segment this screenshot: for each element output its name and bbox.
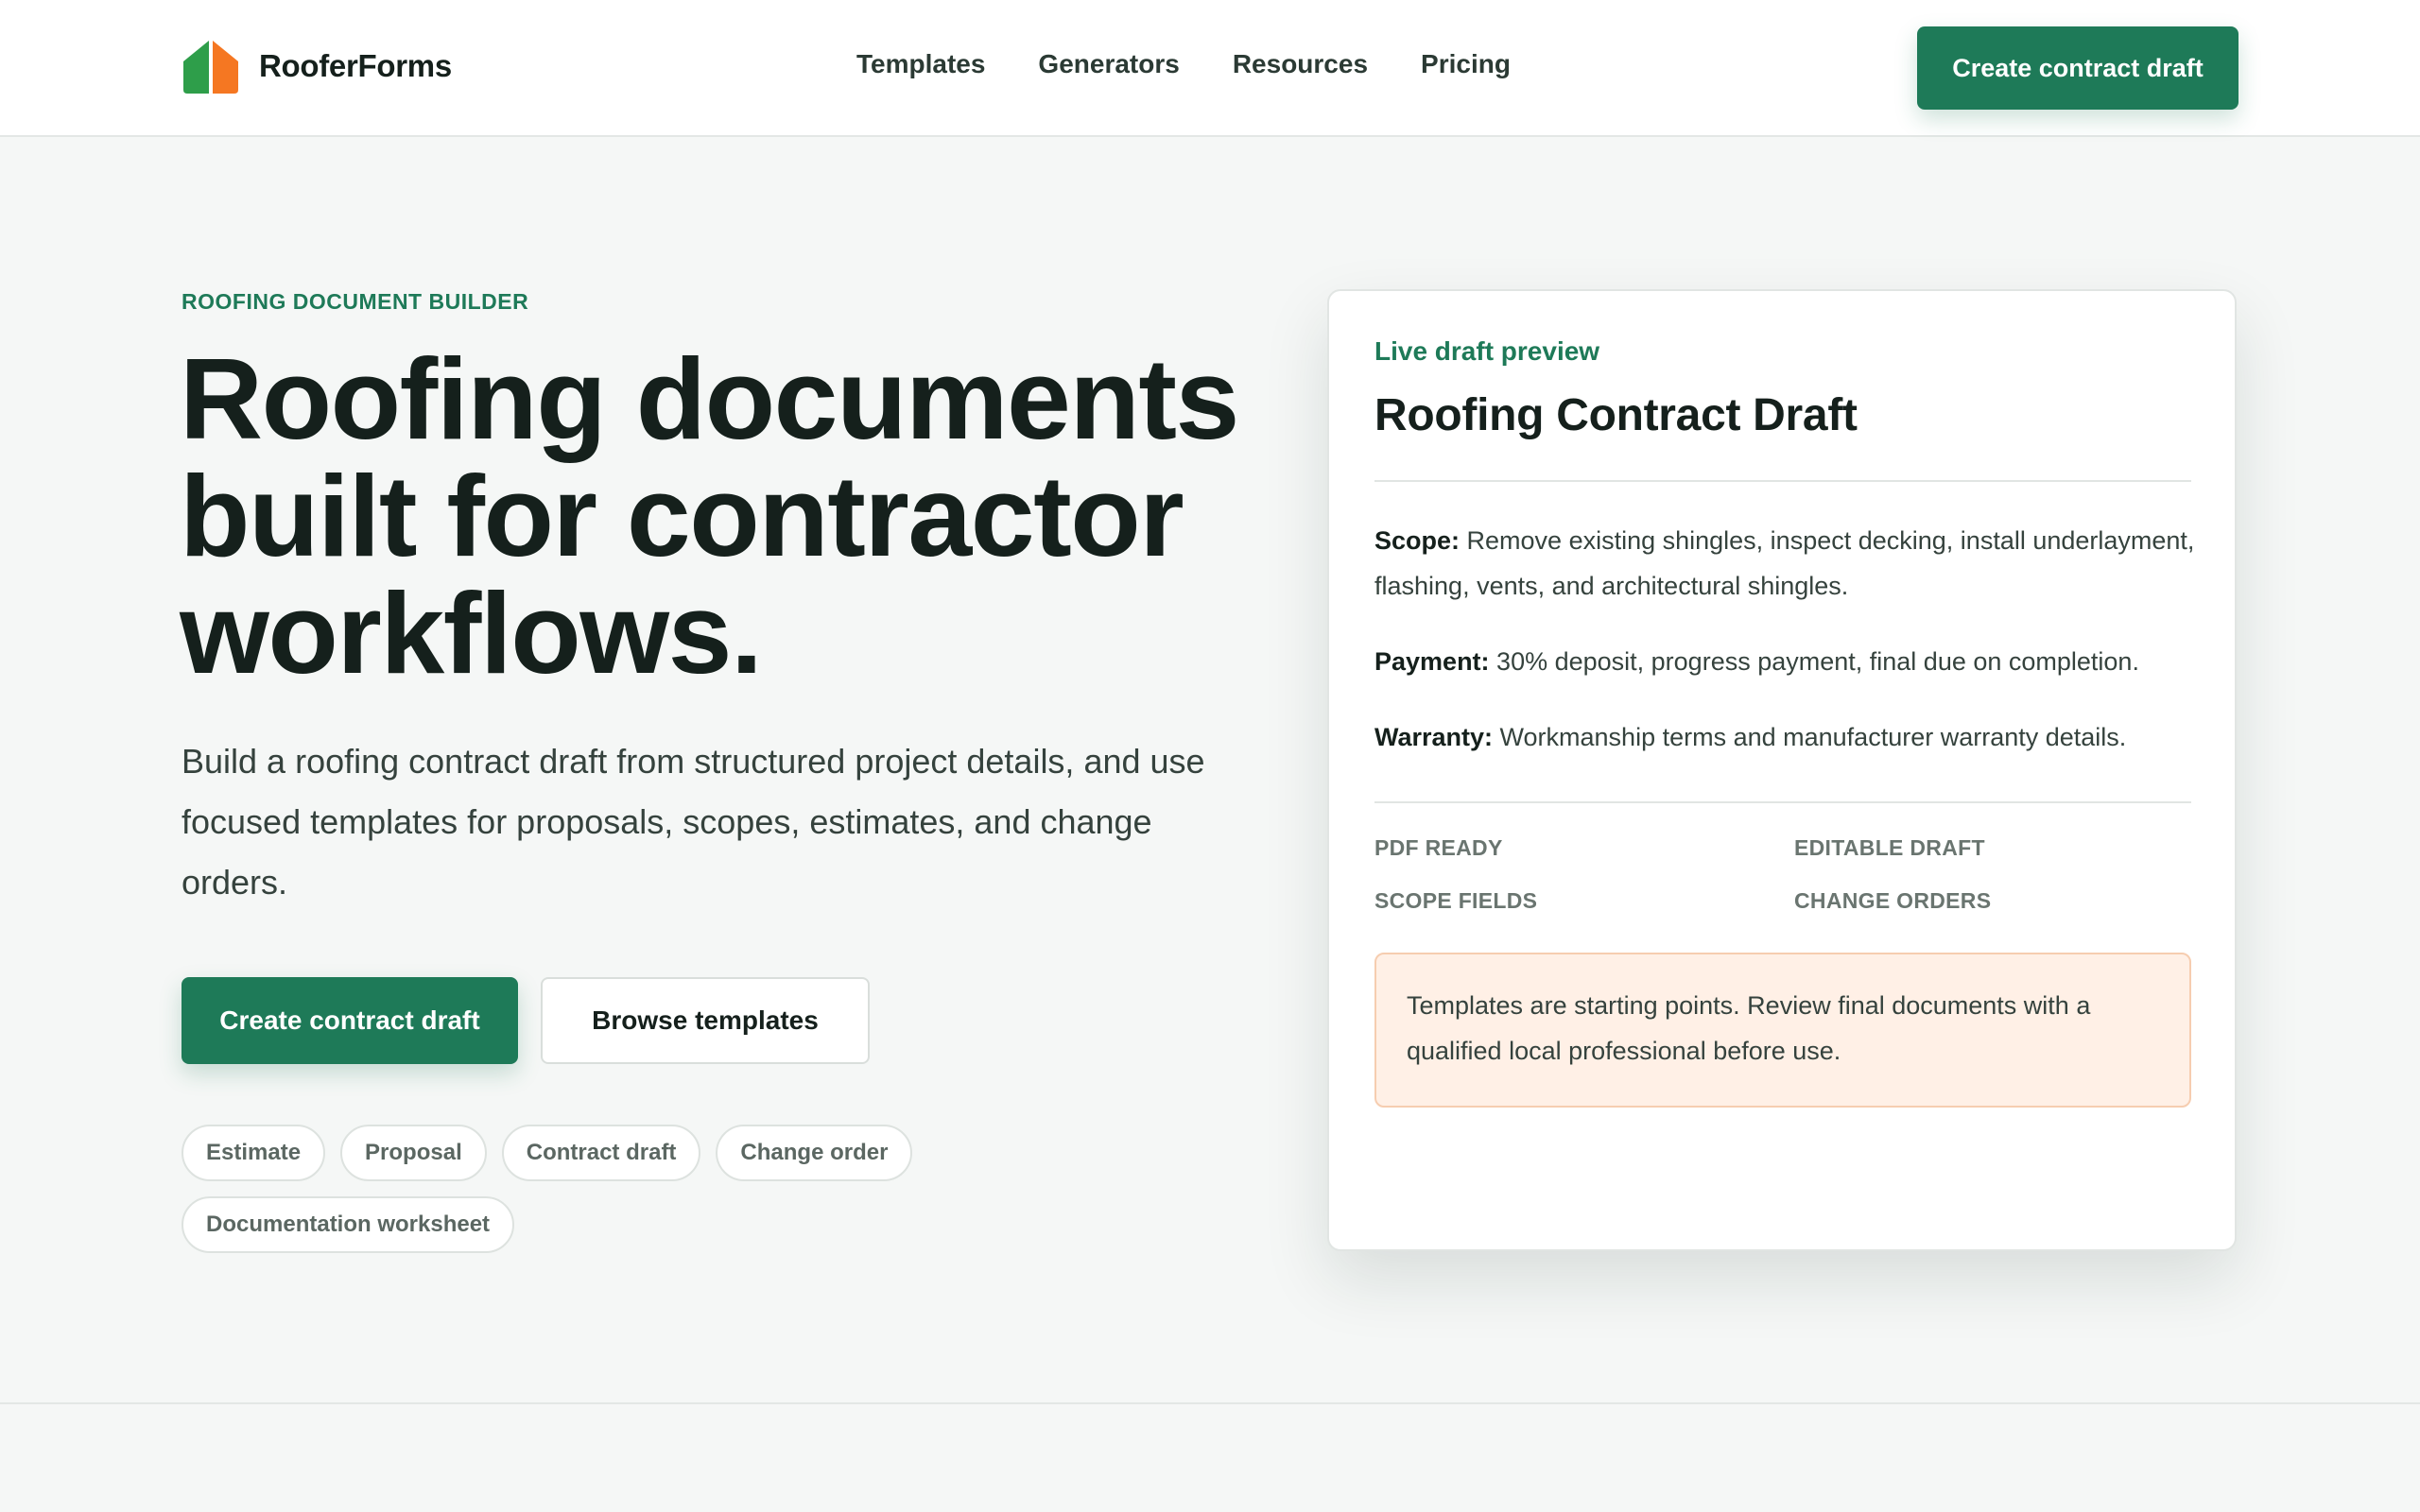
nav-item-resources[interactable]: Resources [1233,45,1368,83]
feature-scope-fields: SCOPE FIELDS [1374,888,1538,913]
browse-templates-button[interactable]: Browse templates [541,977,870,1064]
house-logo-icon [183,41,238,94]
feature-pdf-ready: PDF READY [1374,835,1503,860]
feature-change-orders: CHANGE ORDERS [1794,888,1992,913]
hero-subtitle: Build a roofing contract draft from stru… [182,742,1205,902]
hero-title: Roofing documents built for contractor w… [180,335,1239,697]
feature-editable-draft: EDITABLE DRAFT [1794,835,1985,860]
chip-documentation-worksheet[interactable]: Documentation worksheet [182,1196,515,1253]
term-label: Warranty: [1374,723,1494,751]
chip-contract-draft[interactable]: Contract draft [501,1125,701,1181]
chip-estimate[interactable]: Estimate [182,1125,326,1181]
brand-name: RooferForms [259,48,452,83]
term-text: 30% deposit, progress payment, final due… [1489,647,2139,676]
nav-item-pricing[interactable]: Pricing [1421,45,1511,83]
preview-eyebrow: Live draft preview [1374,336,1600,366]
contract-terms: Scope: Remove existing shingles, inspect… [1374,518,2197,790]
section-divider [0,1402,2420,1404]
hero-eyebrow: ROOFING DOCUMENT BUILDER [182,289,529,314]
preview-title: Roofing Contract Draft [1374,390,1858,440]
header-create-contract-button[interactable]: Create contract draft [1917,26,2238,110]
preview-divider [1374,801,2191,803]
main-nav: Templates Generators Resources Pricing [856,45,1564,83]
nav-item-generators[interactable]: Generators [1038,45,1179,83]
preview-features: PDF READY EDITABLE DRAFT SCOPE FIELDS CH… [1374,832,2197,917]
term-warranty: Warranty: Workmanship terms and manufact… [1374,714,2197,760]
create-contract-button[interactable]: Create contract draft [182,977,518,1064]
term-text: Workmanship terms and manufacturer warra… [1493,723,2127,751]
template-chips: Estimate Proposal Contract draft Change … [182,1125,957,1268]
brand[interactable]: RooferForms [182,36,452,96]
site-header: RooferForms Templates Generators Resourc… [0,0,2420,137]
draft-preview-card: Live draft preview Roofing Contract Draf… [1327,289,2237,1251]
term-text: Remove existing shingles, inspect deckin… [1374,526,2195,600]
disclaimer-notice: Templates are starting points. Review fi… [1374,953,2191,1108]
preview-divider [1374,480,2191,482]
nav-item-templates[interactable]: Templates [856,45,985,83]
chip-proposal[interactable]: Proposal [340,1125,487,1181]
term-label: Scope: [1374,526,1461,555]
term-payment: Payment: 30% deposit, progress payment, … [1374,639,2197,684]
term-label: Payment: [1374,647,1490,676]
term-scope: Scope: Remove existing shingles, inspect… [1374,518,2197,609]
chip-change-order[interactable]: Change order [716,1125,913,1181]
hero-cta-row: Create contract draft Browse templates [182,977,870,1064]
